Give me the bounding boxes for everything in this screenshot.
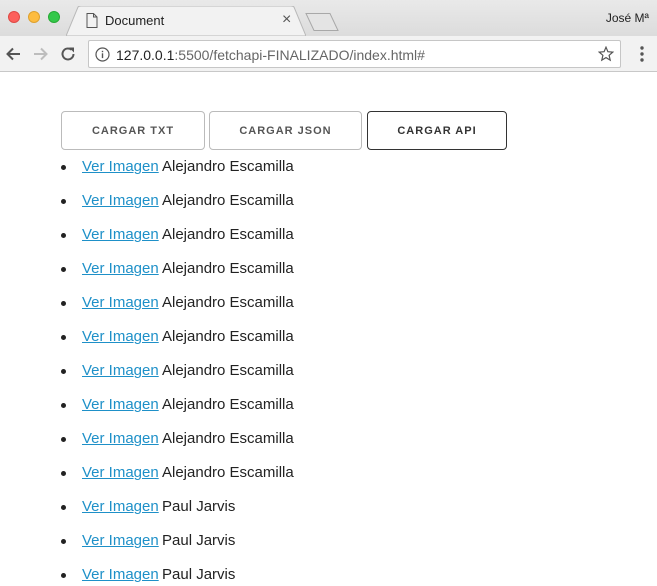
author-name: Alejandro Escamilla	[162, 464, 294, 481]
ver-imagen-link[interactable]: Ver Imagen	[82, 430, 159, 447]
author-name: Alejandro Escamilla	[162, 192, 294, 209]
ver-imagen-link[interactable]: Ver Imagen	[82, 566, 159, 583]
close-tab-icon[interactable]: ×	[282, 11, 291, 29]
list-item: Ver Imagen Alejandro Escamilla	[0, 294, 400, 314]
list-item: Ver Imagen Alejandro Escamilla	[0, 226, 400, 246]
list-item: Ver Imagen Paul Jarvis	[0, 532, 400, 552]
back-arrow-icon[interactable]	[4, 44, 24, 64]
list-item: Ver Imagen Alejandro Escamilla	[0, 158, 400, 178]
author-name: Paul Jarvis	[162, 566, 236, 583]
document-icon	[86, 13, 98, 28]
ver-imagen-link[interactable]: Ver Imagen	[82, 362, 159, 379]
address-bar[interactable]: 127.0.0.1:5500/fetchapi-FINALIZADO/index…	[88, 40, 621, 68]
list-item: Ver Imagen Alejandro Escamilla	[0, 464, 400, 484]
list-bullet	[61, 573, 66, 578]
list-bullet	[61, 335, 66, 340]
ver-imagen-link[interactable]: Ver Imagen	[82, 396, 159, 413]
list-bullet	[61, 165, 66, 170]
list-bullet	[61, 403, 66, 408]
author-name: Alejandro Escamilla	[162, 396, 294, 413]
menu-kebab-icon[interactable]	[634, 44, 650, 64]
ver-imagen-link[interactable]: Ver Imagen	[82, 158, 159, 175]
page-content: CARGAR TXT CARGAR JSON CARGAR API Ver Im…	[0, 73, 657, 586]
list-bullet	[61, 233, 66, 238]
ver-imagen-link[interactable]: Ver Imagen	[82, 532, 159, 549]
author-name: Alejandro Escamilla	[162, 328, 294, 345]
url-host: 127.0.0.1	[116, 47, 175, 63]
author-name: Paul Jarvis	[162, 532, 236, 549]
list-item: Ver Imagen Alejandro Escamilla	[0, 430, 400, 450]
author-name: Alejandro Escamilla	[162, 294, 294, 311]
ver-imagen-link[interactable]: Ver Imagen	[82, 464, 159, 481]
ver-imagen-link[interactable]: Ver Imagen	[82, 498, 159, 515]
browser-titlebar: Document × José Mª	[0, 0, 657, 36]
browser-tab[interactable]: Document ×	[66, 6, 306, 36]
list-bullet	[61, 471, 66, 476]
ver-imagen-link[interactable]: Ver Imagen	[82, 328, 159, 345]
list-item: Ver Imagen Alejandro Escamilla	[0, 328, 400, 348]
list-item: Ver Imagen Alejandro Escamilla	[0, 362, 400, 382]
maximize-window-button[interactable]	[48, 11, 60, 23]
author-name: Alejandro Escamilla	[162, 158, 294, 175]
list-bullet	[61, 539, 66, 544]
minimize-window-button[interactable]	[28, 11, 40, 23]
list-item: Ver Imagen Alejandro Escamilla	[0, 192, 400, 212]
close-window-button[interactable]	[8, 11, 20, 23]
list-item: Ver Imagen Alejandro Escamilla	[0, 260, 400, 280]
bookmark-star-icon[interactable]	[598, 46, 614, 62]
info-icon[interactable]	[95, 47, 110, 62]
tab-title: Document	[105, 13, 165, 28]
browser-toolbar: 127.0.0.1:5500/fetchapi-FINALIZADO/index…	[0, 36, 657, 72]
cargar-api-button[interactable]: CARGAR API	[367, 111, 507, 150]
list-bullet	[61, 199, 66, 204]
cargar-json-button[interactable]: CARGAR JSON	[209, 111, 362, 150]
list-bullet	[61, 437, 66, 442]
list-bullet	[61, 301, 66, 306]
list-item: Ver Imagen Paul Jarvis	[0, 566, 400, 586]
new-tab-button[interactable]	[304, 13, 340, 31]
author-name: Alejandro Escamilla	[162, 226, 294, 243]
url-path: :5500/fetchapi-FINALIZADO/index.html#	[174, 47, 425, 63]
author-name: Alejandro Escamilla	[162, 362, 294, 379]
url-text: 127.0.0.1:5500/fetchapi-FINALIZADO/index…	[116, 47, 425, 63]
author-name: Alejandro Escamilla	[162, 260, 294, 277]
list-bullet	[61, 505, 66, 510]
list-bullet	[61, 369, 66, 374]
reload-icon[interactable]	[58, 44, 78, 64]
list-item: Ver Imagen Alejandro Escamilla	[0, 396, 400, 416]
cargar-txt-button[interactable]: CARGAR TXT	[61, 111, 205, 150]
author-name: Paul Jarvis	[162, 498, 236, 515]
tab-background	[66, 6, 306, 36]
ver-imagen-link[interactable]: Ver Imagen	[82, 260, 159, 277]
list-item: Ver Imagen Paul Jarvis	[0, 498, 400, 518]
ver-imagen-link[interactable]: Ver Imagen	[82, 226, 159, 243]
ver-imagen-link[interactable]: Ver Imagen	[82, 192, 159, 209]
profile-name[interactable]: José Mª	[606, 11, 649, 25]
forward-arrow-icon[interactable]	[30, 44, 50, 64]
ver-imagen-link[interactable]: Ver Imagen	[82, 294, 159, 311]
author-name: Alejandro Escamilla	[162, 430, 294, 447]
list-bullet	[61, 267, 66, 272]
